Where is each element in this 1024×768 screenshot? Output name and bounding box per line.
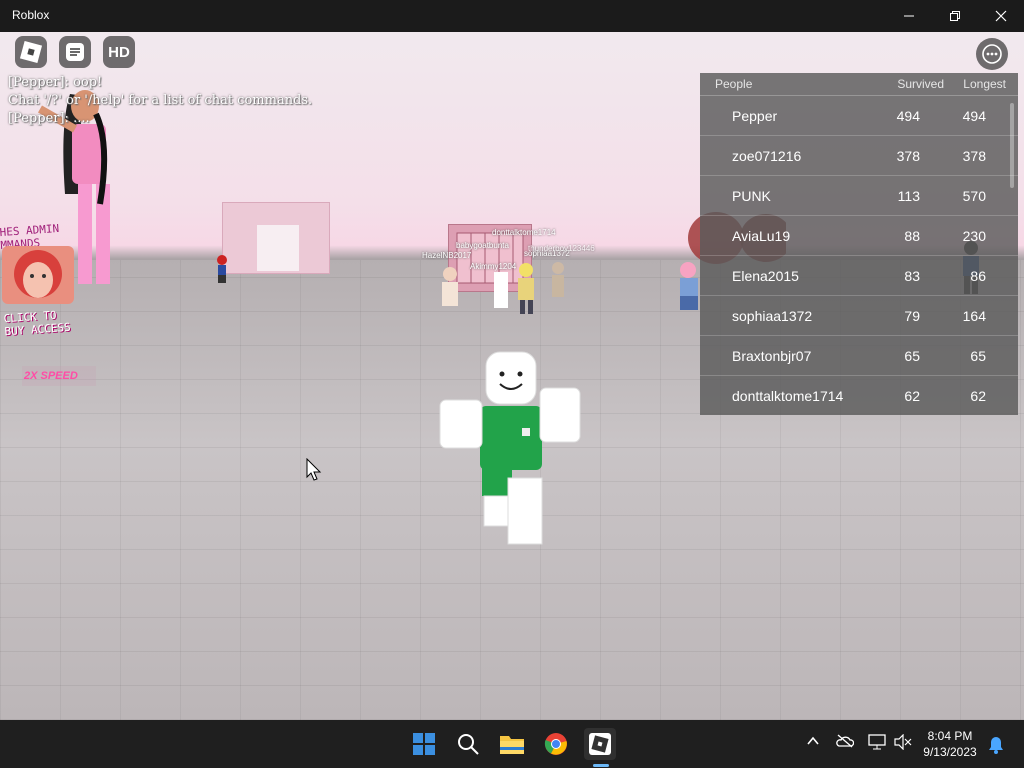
- longest-value: 378: [962, 147, 986, 164]
- player-avatar: [439, 351, 581, 545]
- chevron-up-icon[interactable]: [806, 734, 820, 748]
- player-name: zoe071216: [732, 147, 802, 164]
- nametag: donttalktome1714: [492, 228, 556, 237]
- volume-muted-icon[interactable]: [894, 734, 912, 750]
- leaderboard-row[interactable]: Elena2015 83 86: [700, 256, 1018, 296]
- onedrive-offline-icon[interactable]: [836, 734, 854, 748]
- nametag: HazelNB2017: [422, 251, 472, 260]
- leaderboard-row[interactable]: sophiaa1372 79 164: [700, 296, 1018, 336]
- chat-message: [Pepper]: oop!: [8, 75, 103, 90]
- leaderboard-row[interactable]: AviaLu19 88 230: [700, 216, 1018, 256]
- folder-icon: [500, 736, 524, 754]
- game-viewport[interactable]: HES ADMIN MMANDS CLICK TO BUY ACCESS 2X …: [0, 32, 1024, 720]
- survived-value: 83: [904, 267, 920, 284]
- longest-value: 65: [970, 347, 986, 364]
- search-icon: [458, 734, 479, 755]
- clock-date: 9/13/2023: [923, 745, 977, 759]
- longest-value: 164: [962, 307, 986, 324]
- roblox-taskbar-button[interactable]: [584, 728, 616, 760]
- nametag: Akimmy1204: [470, 262, 517, 271]
- survived-value: 62: [904, 387, 920, 404]
- chrome-icon: [544, 733, 567, 755]
- leaderboard-row[interactable]: PUNK 113 570: [700, 176, 1018, 216]
- restore-icon: [950, 11, 960, 21]
- notification-bell-icon[interactable]: [988, 736, 1004, 754]
- speed-pad-label[interactable]: 2X SPEED: [22, 366, 96, 386]
- player-name: AviaLu19: [732, 227, 791, 244]
- buy-access-sign[interactable]: CLICK TO BUY ACCESS: [3, 308, 71, 339]
- survived-value: 88: [904, 227, 920, 244]
- stand-picture: [257, 225, 299, 271]
- longest-value: 62: [970, 387, 986, 404]
- close-icon: [995, 10, 1007, 22]
- header-people: People: [715, 77, 753, 91]
- chat-toggle-button[interactable]: [59, 36, 91, 68]
- avatar-small-red: [217, 255, 227, 283]
- leaderboard-row[interactable]: Braxtonbjr07 65 65: [700, 336, 1018, 376]
- player-name: Pepper: [732, 107, 778, 124]
- maximize-button[interactable]: [932, 0, 978, 32]
- more-options-icon: [982, 44, 1002, 64]
- roblox-app-icon: [589, 733, 611, 755]
- leaderboard-scrollbar[interactable]: [1010, 103, 1014, 188]
- mouse-cursor-icon: [306, 458, 322, 481]
- leaderboard-row[interactable]: zoe071216 378 378: [700, 136, 1018, 176]
- leaderboard-row[interactable]: Pepper 494 494: [700, 96, 1018, 136]
- survived-value: 79: [904, 307, 920, 324]
- player-name: Elena2015: [732, 267, 799, 284]
- system-clock[interactable]: 8:04 PM 9/13/2023: [918, 728, 982, 760]
- close-button[interactable]: [978, 0, 1024, 32]
- chat-log: [Pepper]: oop! Chat '/?' or '/help' for …: [8, 74, 312, 128]
- network-icon[interactable]: [868, 734, 886, 750]
- file-explorer-button[interactable]: [496, 728, 528, 760]
- leaderboard[interactable]: People Survived Longest Pepper 494 494 z…: [700, 73, 1018, 415]
- active-app-indicator: [593, 764, 609, 767]
- roblox-menu-button[interactable]: [15, 36, 47, 68]
- hd-admin-button[interactable]: HD: [103, 36, 135, 68]
- search-button[interactable]: [452, 728, 484, 760]
- longest-value: 86: [970, 267, 986, 284]
- window-title-bar[interactable]: Roblox: [0, 0, 1024, 32]
- roblox-logo-icon: [20, 41, 42, 63]
- leaderboard-header: People Survived Longest: [700, 73, 1018, 96]
- longest-value: 494: [962, 107, 986, 124]
- leaderboard-row[interactable]: donttalktome1714 62 62: [700, 376, 1018, 415]
- nametag: babygoatbunta: [456, 241, 509, 250]
- survived-value: 113: [897, 187, 920, 204]
- longest-value: 570: [962, 187, 986, 204]
- player-name: sophiaa1372: [732, 307, 813, 324]
- shop-stand: [222, 202, 330, 274]
- hd-label: HD: [108, 43, 130, 61]
- more-options-button[interactable]: [976, 38, 1008, 70]
- header-survived: Survived: [897, 77, 944, 91]
- survived-value: 65: [904, 347, 920, 364]
- chrome-button[interactable]: [540, 728, 572, 760]
- windows-start-icon: [413, 733, 435, 755]
- survived-value: 494: [896, 107, 920, 124]
- chat-message: [Pepper]: ....: [8, 111, 90, 126]
- windows-taskbar: 8:04 PM 9/13/2023: [0, 720, 1024, 768]
- chat-icon: [66, 43, 84, 61]
- player-name: donttalktome1714: [732, 387, 844, 404]
- nametag: thunderboy123446: [528, 244, 595, 253]
- header-longest: Longest: [963, 77, 1006, 91]
- start-button[interactable]: [408, 728, 440, 760]
- clock-time: 8:04 PM: [927, 729, 973, 743]
- survived-value: 378: [896, 147, 920, 164]
- minimize-icon: [904, 15, 914, 17]
- minimize-button[interactable]: [886, 0, 932, 32]
- chat-message: Chat '/?' or '/help' for a list of chat …: [8, 93, 313, 108]
- player-name: Braxtonbjr07: [732, 347, 812, 364]
- window-title: Roblox: [12, 8, 50, 22]
- longest-value: 230: [962, 227, 986, 244]
- player-name: PUNK: [732, 187, 771, 204]
